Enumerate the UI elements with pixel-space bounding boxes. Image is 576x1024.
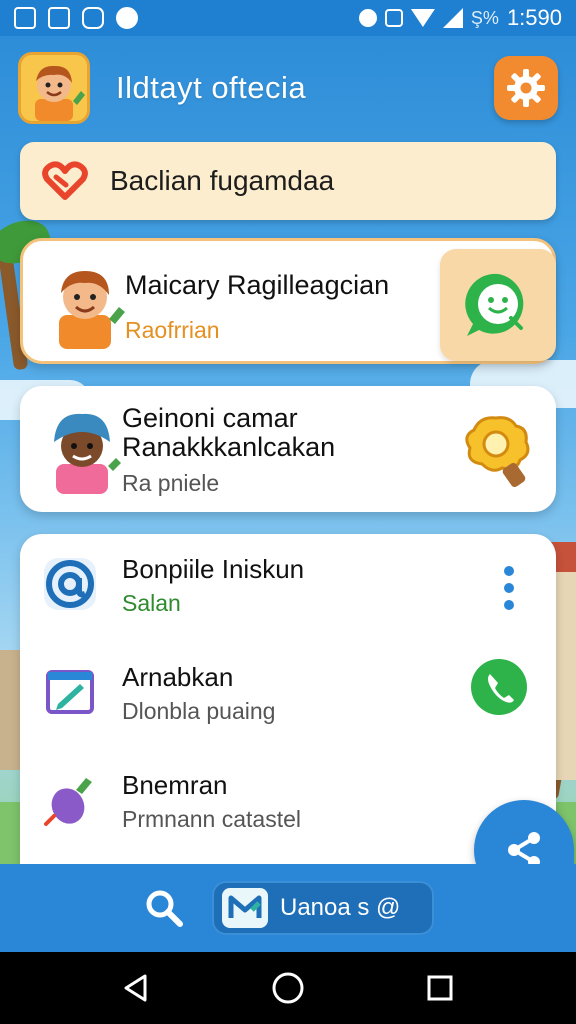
edit-icon — [46, 670, 94, 714]
kebab-icon[interactable] — [504, 566, 516, 610]
bottom-toolbar: Uanoa s @ — [0, 864, 576, 952]
card-title-line2: Ranakkkanlcakan — [122, 432, 336, 462]
battery-text: Ş% — [470, 7, 499, 28]
camera-icon — [82, 7, 104, 29]
banner[interactable]: Baclian fugamdaa — [20, 142, 556, 220]
list-item-subtitle: Dlonbla puaing — [122, 698, 276, 724]
settings-icon — [507, 69, 545, 107]
list-item-subtitle: Prmnann catastel — [122, 806, 301, 832]
account-pill-label: Uanoa s @ — [280, 894, 401, 921]
system-nav-bar — [0, 952, 576, 1024]
settings-button[interactable] — [494, 56, 558, 120]
profile-avatar[interactable] — [18, 52, 90, 124]
list-item-title: Arnabkan — [122, 662, 234, 692]
card-title-line1: Geinoni camar — [122, 403, 298, 433]
wifi-icon — [410, 9, 435, 27]
notification-icon — [14, 7, 36, 29]
kid-avatar-icon — [35, 65, 85, 121]
home-button[interactable] — [268, 968, 308, 1008]
recents-button[interactable] — [420, 968, 460, 1008]
bulb-icon — [465, 416, 530, 488]
girl-avatar-icon — [54, 413, 121, 494]
list-item[interactable]: Arnabkan Dlonbla puaing — [20, 652, 556, 732]
record-icon — [116, 7, 138, 29]
info-card[interactable]: Geinoni camar Ranakkkanlcakan Ra pniele — [20, 386, 556, 512]
list-item-title: Bnemran — [122, 770, 228, 800]
app-title: Ildtayt oftecia — [116, 70, 307, 105]
gallery-icon — [48, 7, 70, 29]
chat-button[interactable] — [440, 249, 556, 361]
whatsapp-call-icon[interactable] — [470, 658, 528, 716]
card-title: Geinoni camar Ranakkkanlcakan — [122, 404, 335, 462]
list-item-title: Bonpiile Iniskun — [122, 554, 305, 584]
list-item[interactable]: Bonpiile Iniskun Salan — [20, 544, 556, 624]
banner-text: Baclian fugamdaa — [110, 165, 335, 196]
mail-logo-icon — [222, 888, 268, 928]
clock: 1:590 — [506, 5, 562, 30]
back-button[interactable] — [116, 968, 156, 1008]
home-icon — [272, 972, 304, 1004]
card-subtitle: Ra pniele — [122, 470, 220, 496]
list-item-subtitle: Salan — [122, 590, 181, 616]
account-pill[interactable]: Uanoa s @ — [212, 881, 434, 935]
boy-avatar-icon — [59, 271, 125, 349]
featured-card[interactable]: Maicary Ragilleagcian Raofrrian — [20, 238, 556, 364]
card-title: Maicary Ragilleagcian — [125, 270, 390, 300]
signal-icon — [442, 8, 463, 28]
heart-logo-icon — [42, 161, 88, 200]
search-icon — [146, 890, 183, 927]
recents-icon — [427, 975, 453, 1001]
whatsapp-icon — [465, 273, 524, 336]
alarm-icon — [358, 9, 377, 27]
list-card: Bonpiile Iniskun Salan Arnabkan Dlonbla … — [20, 534, 556, 874]
list-item[interactable]: Bnemran Prmnann catastel — [20, 760, 556, 840]
card-subtitle: Raofrrian — [125, 317, 220, 343]
app-header: Ildtayt oftecia — [18, 50, 558, 126]
at-icon — [44, 558, 96, 610]
veggie-icon — [44, 778, 92, 826]
vibrate-icon — [384, 9, 403, 27]
search-button[interactable] — [142, 886, 186, 930]
back-icon — [124, 974, 147, 1002]
status-bar: Ş% 1:590 — [0, 0, 576, 36]
